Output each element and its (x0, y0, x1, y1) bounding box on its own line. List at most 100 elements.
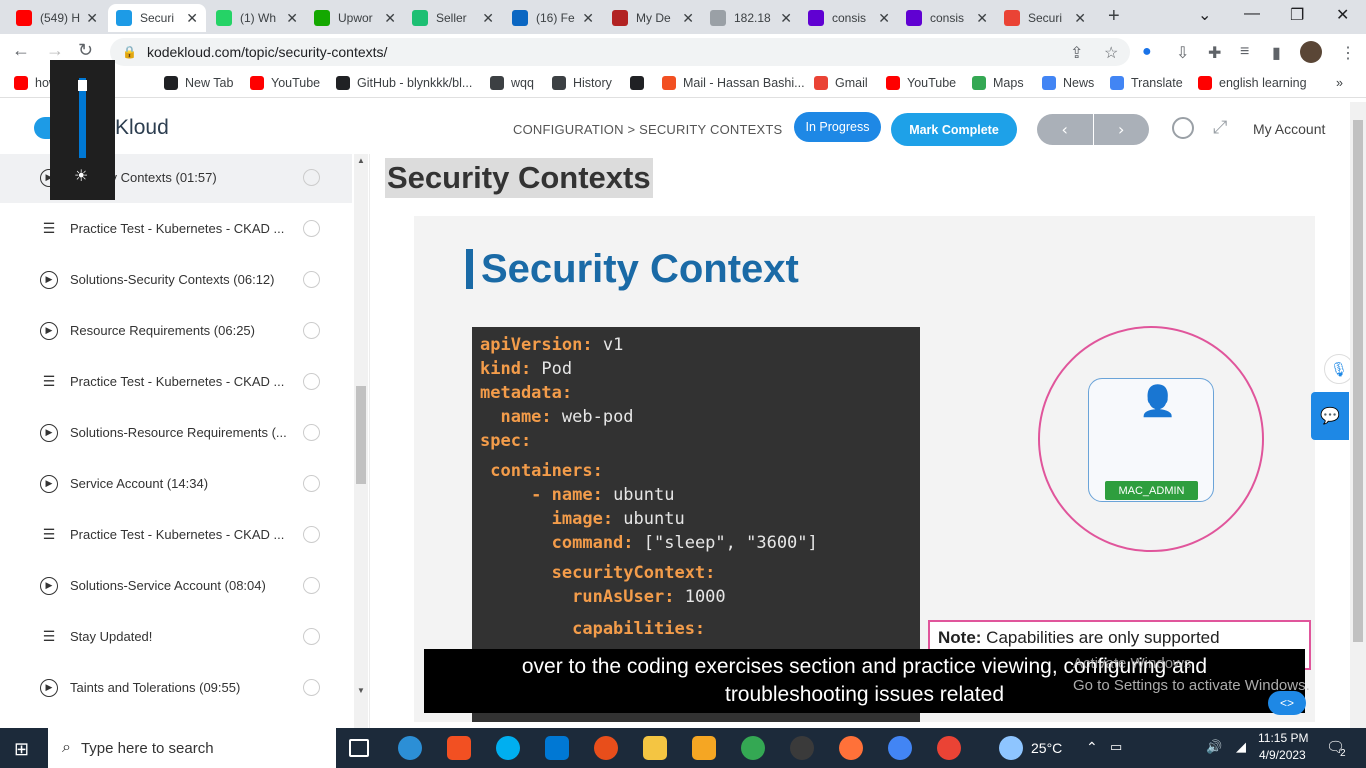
code-toggle-button[interactable]: <> (1268, 691, 1306, 715)
browser-tab[interactable]: Upwor ✕ (306, 4, 404, 32)
previous-lesson-button[interactable]: ‹ (1037, 114, 1093, 145)
profile-avatar[interactable] (1300, 41, 1322, 63)
back-button[interactable]: ← (12, 40, 30, 61)
completion-circle-icon[interactable] (303, 475, 320, 492)
bookmark-item[interactable]: Gmail (814, 76, 868, 90)
bookmark-item[interactable]: Mail - Hassan Bashi... (662, 76, 805, 90)
sidebar-scrollbar[interactable]: ▲ ▼ (354, 154, 368, 728)
bookmark-item[interactable]: News (1042, 76, 1094, 90)
windows-start-icon[interactable]: ⊞ (14, 739, 29, 760)
my-account-link[interactable]: My Account (1253, 121, 1325, 137)
bookmark-item[interactable]: Translate (1110, 76, 1183, 90)
bookmark-item[interactable]: english learning (1198, 76, 1307, 90)
bookmark-item[interactable]: Maps (972, 76, 1024, 90)
file-explorer-icon[interactable] (643, 736, 667, 760)
tab-close-icon[interactable]: ✕ (976, 10, 988, 27)
bookmark-item[interactable]: wqq (490, 76, 534, 90)
browser-tab[interactable]: consis ✕ (898, 4, 996, 32)
in-progress-button[interactable]: In Progress (794, 112, 881, 142)
tab-close-icon[interactable]: ✕ (384, 10, 396, 27)
lesson-item[interactable]: ☰ Practice Test - Kubernetes - CKAD ... (0, 203, 352, 254)
menu-icon[interactable]: ⋮ (1340, 43, 1356, 63)
close-window-button[interactable]: ✕ (1336, 5, 1349, 25)
browser-tab[interactable]: My De ✕ (604, 4, 702, 32)
page-scrollbar[interactable] (1350, 102, 1366, 728)
chrome-profile-icon[interactable] (888, 736, 912, 760)
completion-circle-icon[interactable] (303, 169, 320, 186)
completion-circle-icon[interactable] (303, 577, 320, 594)
completion-circle-icon[interactable] (303, 424, 320, 441)
side-panel-icon[interactable]: ▮ (1272, 43, 1281, 63)
download-icon[interactable]: ⇩ (1176, 43, 1189, 63)
video-player[interactable]: Security Context apiVersion: v1 kind: Pod… (414, 216, 1315, 722)
chat-widget-icon[interactable]: 💬 (1311, 392, 1349, 440)
minimize-button[interactable]: — (1244, 5, 1260, 23)
sidebar-scroll-thumb[interactable] (356, 386, 366, 484)
clock-date[interactable]: 4/9/2023 (1259, 748, 1306, 762)
task-view-icon[interactable] (349, 739, 369, 757)
edge-icon[interactable] (398, 736, 422, 760)
bookmark-item[interactable]: GitHub - blynkkk/bl... (336, 76, 472, 90)
brightness-slider-knob[interactable] (78, 80, 87, 91)
voice-search-icon[interactable]: ● (1142, 43, 1152, 61)
lesson-item[interactable]: ☰ Stay Updated! (0, 611, 352, 662)
extensions-icon[interactable]: ✚ (1208, 43, 1221, 63)
store-icon[interactable] (447, 736, 471, 760)
new-tab-button[interactable]: + (1108, 5, 1120, 28)
browser-tab[interactable]: Securi ✕ (996, 4, 1094, 32)
browser-tab[interactable]: (16) Fe ✕ (504, 4, 602, 32)
tab-search-icon[interactable]: ⌄ (1198, 5, 1211, 25)
weather-icon[interactable] (999, 736, 1023, 760)
lesson-item[interactable]: ▶ Service Account (14:34) (0, 458, 352, 509)
app-swirl-icon[interactable] (594, 736, 618, 760)
page-scroll-thumb[interactable] (1353, 120, 1363, 642)
browser-tab[interactable]: Seller ✕ (404, 4, 502, 32)
lesson-item[interactable]: ▶ Solutions-Resource Requirements (... (0, 407, 352, 458)
weather-temperature[interactable]: 25°C (1031, 740, 1062, 756)
tab-close-icon[interactable]: ✕ (780, 10, 792, 27)
fullscreen-icon[interactable]: ⤢ (1213, 117, 1227, 138)
completion-circle-icon[interactable] (303, 526, 320, 543)
volume-icon[interactable]: 🔊 (1206, 739, 1222, 755)
tab-close-icon[interactable]: ✕ (482, 10, 494, 27)
reload-button[interactable]: ↻ (78, 40, 93, 61)
lesson-item[interactable]: ☰ Practice Test - Kubernetes - CKAD ... (0, 509, 352, 560)
completion-circle-icon[interactable] (303, 220, 320, 237)
bookmarks-overflow-icon[interactable]: » (1336, 76, 1343, 90)
browser-tab[interactable]: (549) H ✕ (8, 4, 106, 32)
completion-circle-icon[interactable] (303, 373, 320, 390)
completion-circle-icon[interactable] (303, 628, 320, 645)
tab-close-icon[interactable]: ✕ (286, 10, 298, 27)
lesson-item[interactable]: ☰ Practice Test - Kubernetes - CKAD ... (0, 356, 352, 407)
chrome-profile-h-icon[interactable] (937, 736, 961, 760)
bookmark-item[interactable]: New Tab (164, 76, 233, 90)
completion-circle-icon[interactable] (303, 271, 320, 288)
bookmark-item[interactable]: History (552, 76, 612, 90)
tab-close-icon[interactable]: ✕ (582, 10, 594, 27)
tray-overflow-icon[interactable]: ⌃ (1086, 739, 1098, 756)
scroll-up-icon[interactable]: ▲ (357, 156, 365, 165)
lesson-item[interactable]: ▶ Solutions-Security Contexts (06:12) (0, 254, 352, 305)
tab-close-icon[interactable]: ✕ (1074, 10, 1086, 27)
completion-circle-icon[interactable] (303, 679, 320, 696)
lesson-item[interactable]: ▶ Taints and Tolerations (09:55) (0, 662, 352, 713)
forward-button[interactable]: → (46, 40, 64, 61)
skype-icon[interactable] (496, 736, 520, 760)
completion-circle-icon[interactable] (303, 322, 320, 339)
battery-icon[interactable]: ▭ (1110, 739, 1122, 755)
lesson-item[interactable]: ▶ Solutions-Service Account (08:04) (0, 560, 352, 611)
lesson-item[interactable]: ▶ Resource Requirements (06:25) (0, 305, 352, 356)
next-lesson-button[interactable]: › (1093, 114, 1149, 145)
clock-time[interactable]: 11:15 PM (1258, 731, 1308, 745)
restore-button[interactable]: ❐ (1290, 5, 1304, 25)
mail-icon[interactable] (545, 736, 569, 760)
tab-close-icon[interactable]: ✕ (86, 10, 98, 27)
chrome-icon[interactable] (741, 736, 765, 760)
media-icon[interactable]: ≡ (1240, 43, 1249, 61)
obs-icon[interactable] (790, 736, 814, 760)
bookmark-star-icon[interactable]: ☆ (1104, 43, 1118, 63)
browser-tab[interactable]: 182.18 ✕ (702, 4, 800, 32)
taskbar-search-box[interactable]: ⌕ Type here to search (48, 728, 336, 768)
browser-tab[interactable]: (1) Wh ✕ (208, 4, 306, 32)
mark-complete-button[interactable]: Mark Complete (891, 113, 1017, 146)
